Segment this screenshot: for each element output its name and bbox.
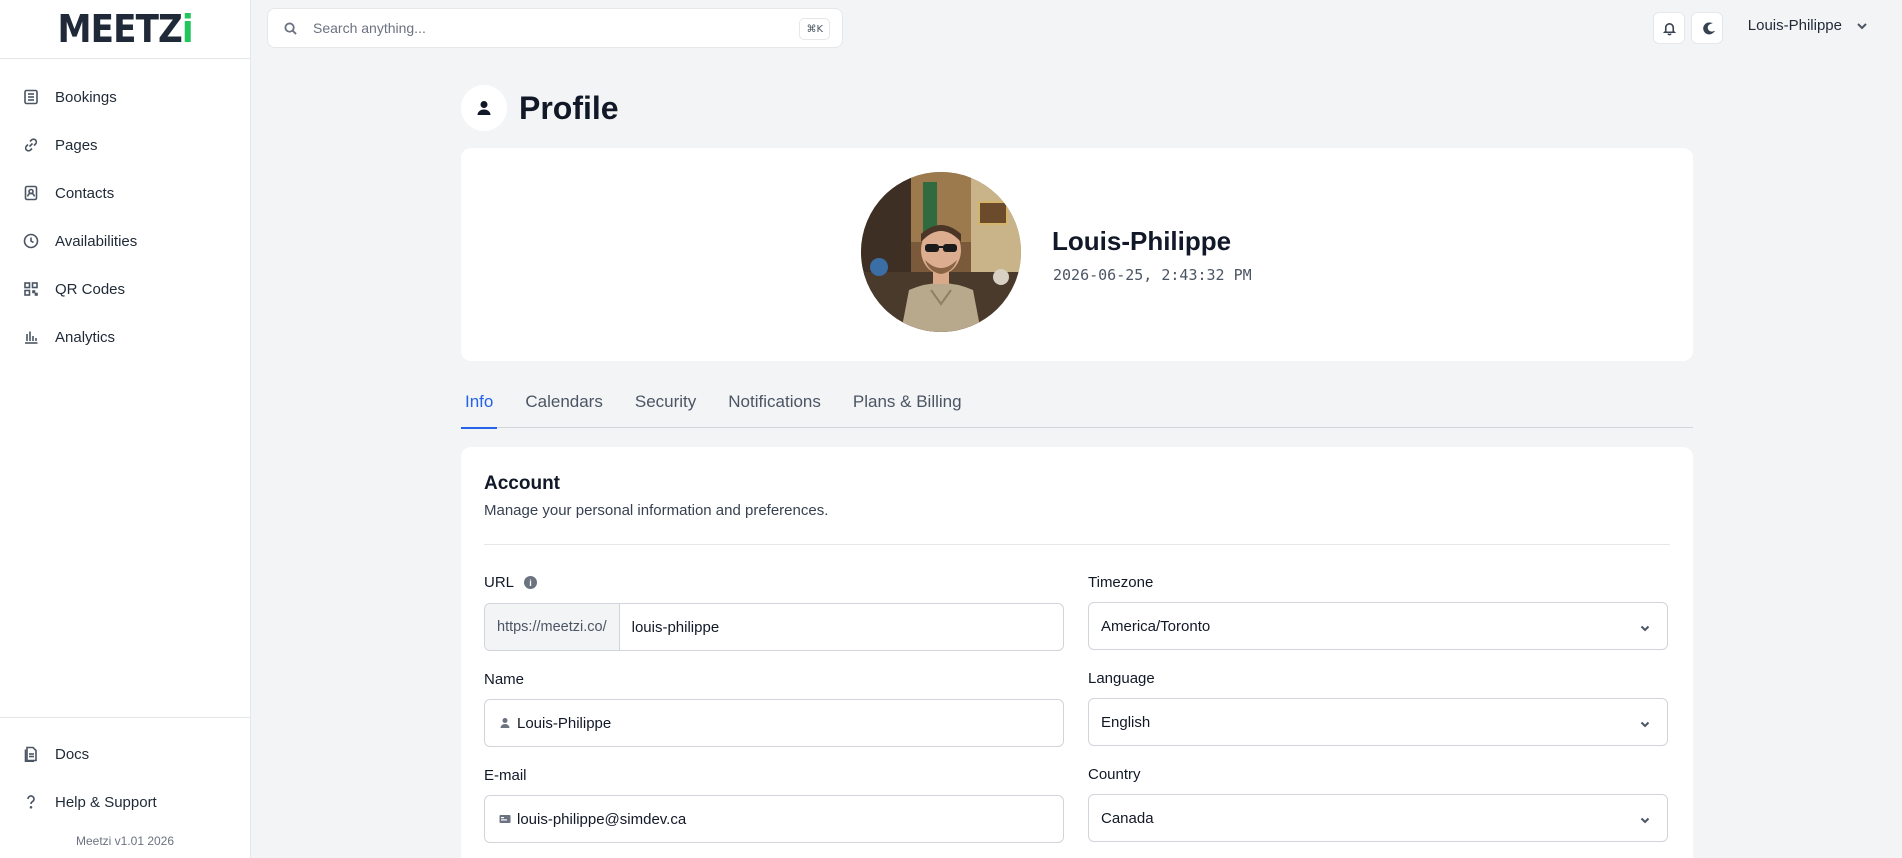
sidebar-item-help-support[interactable]: Help & Support	[0, 778, 250, 826]
sidebar-item-label: Docs	[55, 745, 90, 763]
tab-calendars[interactable]: Calendars	[521, 380, 607, 428]
timezone-label: Timezone	[1088, 574, 1154, 591]
sidebar-item-contacts[interactable]: Contacts	[0, 169, 250, 217]
url-field[interactable]: https://meetzi.co/ louis-philippe	[484, 603, 1064, 651]
timezone-value: America/Toronto	[1101, 617, 1211, 635]
url-label: URL i	[484, 574, 538, 591]
tab-plans-billing[interactable]: Plans & Billing	[849, 380, 966, 428]
avatar[interactable]	[861, 172, 1021, 332]
user-icon	[499, 717, 511, 729]
document-icon	[23, 746, 39, 762]
list-icon	[23, 89, 39, 105]
url-value: louis-philippe	[631, 618, 720, 636]
account-title: Account	[484, 473, 560, 494]
profile-timestamp: 2026-06-25, 2:43:32 PM	[1053, 266, 1252, 284]
profile-name: Louis-Philippe	[1052, 226, 1232, 256]
search-shortcut-badge: ⌘K	[799, 18, 830, 40]
tab-notifications[interactable]: Notifications	[724, 380, 825, 428]
chevron-down-icon	[1857, 22, 1867, 29]
email-label: E-mail	[484, 767, 527, 784]
email-value: louis-philippe@simdev.ca	[517, 810, 687, 828]
sidebar-item-label: QR Codes	[55, 280, 126, 298]
sidebar-item-qr-codes[interactable]: QR Codes	[0, 265, 250, 313]
link-icon	[23, 137, 39, 153]
clock-icon	[23, 233, 39, 249]
country-label: Country	[1088, 766, 1141, 783]
name-field[interactable]: Louis-Philippe	[484, 699, 1064, 747]
sidebar-item-label: Bookings	[55, 88, 117, 106]
country-value: Canada	[1101, 809, 1154, 827]
question-icon	[23, 794, 39, 810]
sidebar-item-label: Analytics	[55, 328, 116, 346]
language-select[interactable]: English	[1088, 698, 1668, 746]
account-description: Manage your personal information and pre…	[484, 502, 829, 519]
email-field[interactable]: louis-philippe@simdev.ca	[484, 795, 1064, 843]
search-icon	[284, 21, 297, 35]
bell-icon	[1662, 22, 1676, 35]
sidebar-item-availabilities[interactable]: Availabilities	[0, 217, 250, 265]
chevron-down-icon	[1639, 621, 1651, 633]
sidebar: MEETZi Bookings Pages Contacts Availabil…	[0, 0, 251, 858]
name-value: Louis-Philippe	[517, 714, 612, 732]
url-label-text: URL	[484, 574, 515, 591]
profile-tabs: Info Calendars Security Notifications Pl…	[461, 380, 1693, 429]
sidebar-nav: Bookings Pages Contacts Availabilities Q…	[0, 59, 250, 361]
moon-icon	[1702, 22, 1715, 34]
language-label: Language	[1088, 670, 1155, 687]
contact-book-icon	[23, 185, 39, 201]
tab-security[interactable]: Security	[631, 380, 700, 428]
page-header: Profile	[461, 85, 619, 131]
divider	[484, 544, 1670, 545]
bar-chart-icon	[23, 329, 39, 345]
id-card-icon	[499, 813, 511, 825]
search-placeholder: Search anything...	[313, 20, 426, 36]
logo-area: MEETZi	[0, 0, 250, 59]
sidebar-item-label: Help & Support	[55, 793, 157, 811]
info-icon[interactable]: i	[524, 576, 538, 589]
account-card: Account Manage your personal information…	[461, 447, 1693, 858]
search-input[interactable]: Search anything... ⌘K	[267, 8, 843, 48]
chevron-down-icon	[1639, 813, 1651, 825]
theme-toggle-button[interactable]	[1691, 12, 1723, 44]
app-version: Meetzi v1.01 2026	[75, 834, 175, 848]
user-icon	[461, 85, 507, 131]
tab-info[interactable]: Info	[461, 380, 498, 429]
qr-code-icon	[23, 281, 39, 297]
language-value: English	[1101, 713, 1151, 731]
sidebar-item-analytics[interactable]: Analytics	[0, 313, 250, 361]
timezone-select[interactable]: America/Toronto	[1088, 602, 1668, 650]
topbar: Search anything... ⌘K Louis-Philippe	[251, 0, 1902, 56]
sidebar-item-bookings[interactable]: Bookings	[0, 73, 250, 121]
sidebar-footer: Docs Help & Support Meetzi v1.01 2026	[0, 717, 250, 858]
sidebar-item-pages[interactable]: Pages	[0, 121, 250, 169]
profile-card: Louis-Philippe 2026-06-25, 2:43:32 PM	[461, 148, 1693, 361]
sidebar-item-label: Contacts	[55, 184, 115, 202]
name-label: Name	[484, 671, 525, 688]
notifications-button[interactable]	[1653, 12, 1685, 44]
user-menu[interactable]: Louis-Philippe	[1748, 17, 1868, 34]
sidebar-item-label: Pages	[55, 136, 98, 154]
chevron-down-icon	[1639, 717, 1651, 729]
url-prefix: https://meetzi.co/	[485, 604, 620, 650]
sidebar-item-docs[interactable]: Docs	[0, 730, 250, 778]
user-menu-name: Louis-Philippe	[1747, 17, 1842, 34]
page-title: Profile	[519, 89, 619, 126]
country-select[interactable]: Canada	[1088, 794, 1668, 842]
sidebar-item-label: Availabilities	[55, 232, 138, 250]
app-logo[interactable]: MEETZi	[57, 7, 193, 51]
